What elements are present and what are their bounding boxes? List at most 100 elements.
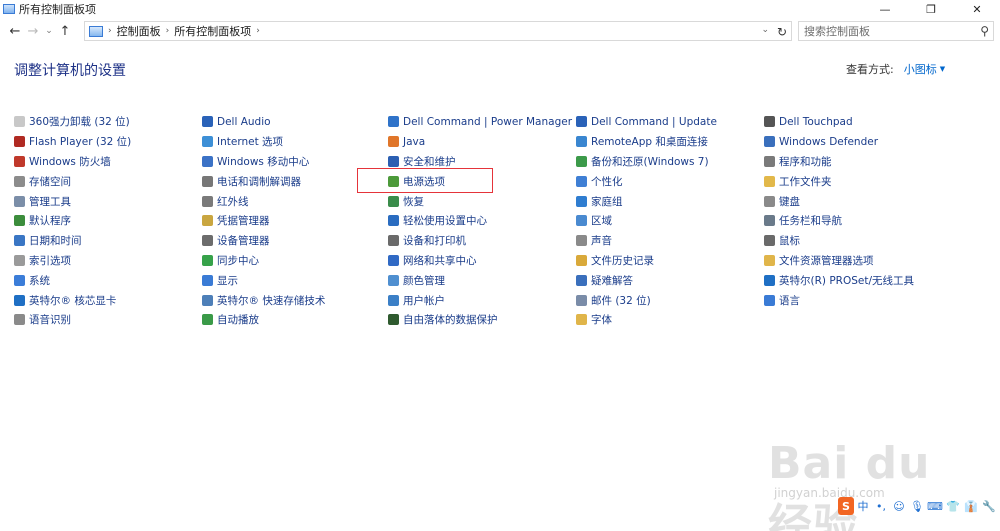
search-input[interactable] — [804, 23, 974, 39]
control-panel-item[interactable]: 恢复 — [388, 191, 578, 211]
control-panel-item-label[interactable]: 凭据管理器 — [217, 213, 270, 228]
control-panel-item[interactable]: 设备和打印机 — [388, 231, 578, 251]
control-panel-item-label[interactable]: 红外线 — [217, 194, 249, 209]
control-panel-item[interactable]: 键盘 — [764, 191, 954, 211]
view-by-dropdown[interactable]: 小图标 — [904, 61, 937, 77]
control-panel-item[interactable]: Java — [388, 132, 578, 152]
control-panel-item-label[interactable]: 默认程序 — [29, 213, 71, 228]
control-panel-item[interactable]: 设备管理器 — [202, 231, 392, 251]
control-panel-item[interactable]: Internet 选项 — [202, 132, 392, 152]
control-panel-item[interactable]: 家庭组 — [576, 191, 766, 211]
forward-arrow-icon[interactable]: → — [24, 21, 42, 41]
control-panel-item-label[interactable]: 区域 — [591, 213, 612, 228]
search-box[interactable]: ⚲ — [798, 21, 994, 41]
control-panel-item[interactable]: Flash Player (32 位) — [14, 132, 204, 152]
sogou-logo-icon[interactable]: S — [838, 497, 854, 515]
control-panel-item-label[interactable]: 索引选项 — [29, 253, 71, 268]
control-panel-item[interactable]: 工作文件夹 — [764, 171, 954, 191]
control-panel-item[interactable]: 语言 — [764, 290, 954, 310]
control-panel-item[interactable]: Dell Command | Power Manager — [388, 112, 578, 132]
control-panel-item-label[interactable]: 工作文件夹 — [779, 174, 832, 189]
restore-button[interactable]: ❐ — [908, 0, 954, 18]
control-panel-item-label[interactable]: 键盘 — [779, 194, 800, 209]
control-panel-item[interactable]: 字体 — [576, 310, 766, 330]
ime-skin-icon[interactable]: 👕 — [944, 497, 962, 515]
control-panel-item-label[interactable]: 文件历史记录 — [591, 253, 654, 268]
control-panel-item[interactable]: Dell Audio — [202, 112, 392, 132]
control-panel-item-label[interactable]: Dell Touchpad — [779, 116, 853, 128]
control-panel-item[interactable]: 默认程序 — [14, 211, 204, 231]
breadcrumb-all-items[interactable]: 所有控制面板项 — [174, 23, 251, 39]
control-panel-item-label[interactable]: 自由落体的数据保护 — [403, 312, 498, 327]
ime-tools-icon[interactable]: 🔧 — [980, 497, 998, 515]
control-panel-item-label[interactable]: 360强力卸载 (32 位) — [29, 114, 130, 129]
recent-locations-icon[interactable]: ⌄ — [42, 21, 56, 41]
control-panel-item-label[interactable]: 自动播放 — [217, 312, 259, 327]
chevron-right-icon[interactable]: › — [108, 26, 112, 36]
control-panel-item-label[interactable]: 邮件 (32 位) — [591, 293, 651, 308]
back-arrow-icon[interactable]: ← — [6, 21, 24, 41]
control-panel-item[interactable]: 网络和共享中心 — [388, 251, 578, 271]
ime-emoji-icon[interactable]: ☺ — [890, 497, 908, 515]
control-panel-item-label[interactable]: 恢复 — [403, 194, 424, 209]
control-panel-item-label[interactable]: 家庭组 — [591, 194, 623, 209]
refresh-icon[interactable]: ↻ — [773, 23, 791, 41]
control-panel-item-label[interactable]: Java — [403, 136, 425, 148]
control-panel-item[interactable]: 文件资源管理器选项 — [764, 251, 954, 271]
control-panel-item[interactable]: 日期和时间 — [14, 231, 204, 251]
control-panel-item-label[interactable]: 安全和维护 — [403, 154, 456, 169]
control-panel-item-label[interactable]: 同步中心 — [217, 253, 259, 268]
control-panel-item[interactable]: 轻松使用设置中心 — [388, 211, 578, 231]
control-panel-item-label[interactable]: 英特尔(R) PROSet/无线工具 — [779, 273, 914, 288]
control-panel-item-label[interactable]: 轻松使用设置中心 — [403, 213, 487, 228]
control-panel-item-label[interactable]: Windows 移动中心 — [217, 154, 309, 169]
control-panel-item-label[interactable]: 英特尔® 核芯显卡 — [29, 293, 116, 308]
control-panel-item[interactable]: 声音 — [576, 231, 766, 251]
up-arrow-icon[interactable]: ↑ — [56, 21, 74, 41]
control-panel-item-label[interactable]: 网络和共享中心 — [403, 253, 477, 268]
control-panel-item[interactable]: 显示 — [202, 270, 392, 290]
chevron-down-icon[interactable]: ⌄ — [761, 25, 769, 35]
control-panel-item-label[interactable]: Flash Player (32 位) — [29, 134, 131, 149]
control-panel-item-label[interactable]: Windows 防火墙 — [29, 154, 111, 169]
control-panel-item-label[interactable]: Dell Audio — [217, 116, 271, 128]
control-panel-item-label[interactable]: 语言 — [779, 293, 800, 308]
search-icon[interactable]: ⚲ — [980, 24, 989, 38]
control-panel-item-label[interactable]: Internet 选项 — [217, 134, 283, 149]
control-panel-item[interactable]: Windows 防火墙 — [14, 152, 204, 172]
control-panel-item[interactable]: 鼠标 — [764, 231, 954, 251]
close-button[interactable]: ✕ — [954, 0, 1000, 18]
chevron-right-icon[interactable]: › — [166, 26, 170, 36]
control-panel-item-label[interactable]: 用户帐户 — [403, 293, 445, 308]
control-panel-item[interactable]: 自由落体的数据保护 — [388, 310, 578, 330]
control-panel-item[interactable]: RemoteApp 和桌面连接 — [576, 132, 766, 152]
control-panel-item[interactable]: 360强力卸载 (32 位) — [14, 112, 204, 132]
breadcrumb-control-panel[interactable]: 控制面板 — [117, 23, 161, 39]
control-panel-item[interactable]: 凭据管理器 — [202, 211, 392, 231]
minimize-button[interactable]: — — [862, 0, 908, 18]
control-panel-item-label[interactable]: 个性化 — [591, 174, 623, 189]
address-bar[interactable]: › 控制面板 › 所有控制面板项 › ⌄ ↻ — [84, 21, 792, 41]
control-panel-item-label[interactable]: 字体 — [591, 312, 612, 327]
ime-keyboard-icon[interactable]: ⌨ — [926, 497, 944, 515]
control-panel-item[interactable]: 疑难解答 — [576, 270, 766, 290]
ime-punctuation-icon[interactable]: •, — [872, 497, 890, 515]
control-panel-item[interactable]: Windows Defender — [764, 132, 954, 152]
control-panel-item[interactable]: 英特尔(R) PROSet/无线工具 — [764, 270, 954, 290]
control-panel-item-label[interactable]: Dell Command | Power Manager — [403, 116, 572, 128]
control-panel-item[interactable]: 文件历史记录 — [576, 251, 766, 271]
control-panel-item[interactable]: 管理工具 — [14, 191, 204, 211]
control-panel-item-label[interactable]: 语音识别 — [29, 312, 71, 327]
control-panel-item[interactable]: 备份和还原(Windows 7) — [576, 152, 766, 172]
control-panel-item-label[interactable]: 存储空间 — [29, 174, 71, 189]
ime-user-icon[interactable]: 👔 — [962, 497, 980, 515]
control-panel-item-label[interactable]: 显示 — [217, 273, 238, 288]
control-panel-item[interactable]: 系统 — [14, 270, 204, 290]
control-panel-item[interactable]: Dell Command | Update — [576, 112, 766, 132]
control-panel-item[interactable]: 任务栏和导航 — [764, 211, 954, 231]
control-panel-item-label[interactable]: 声音 — [591, 233, 612, 248]
control-panel-item[interactable]: 用户帐户 — [388, 290, 578, 310]
control-panel-item-label[interactable]: 鼠标 — [779, 233, 800, 248]
control-panel-item[interactable]: 程序和功能 — [764, 152, 954, 172]
control-panel-item-label[interactable]: 管理工具 — [29, 194, 71, 209]
